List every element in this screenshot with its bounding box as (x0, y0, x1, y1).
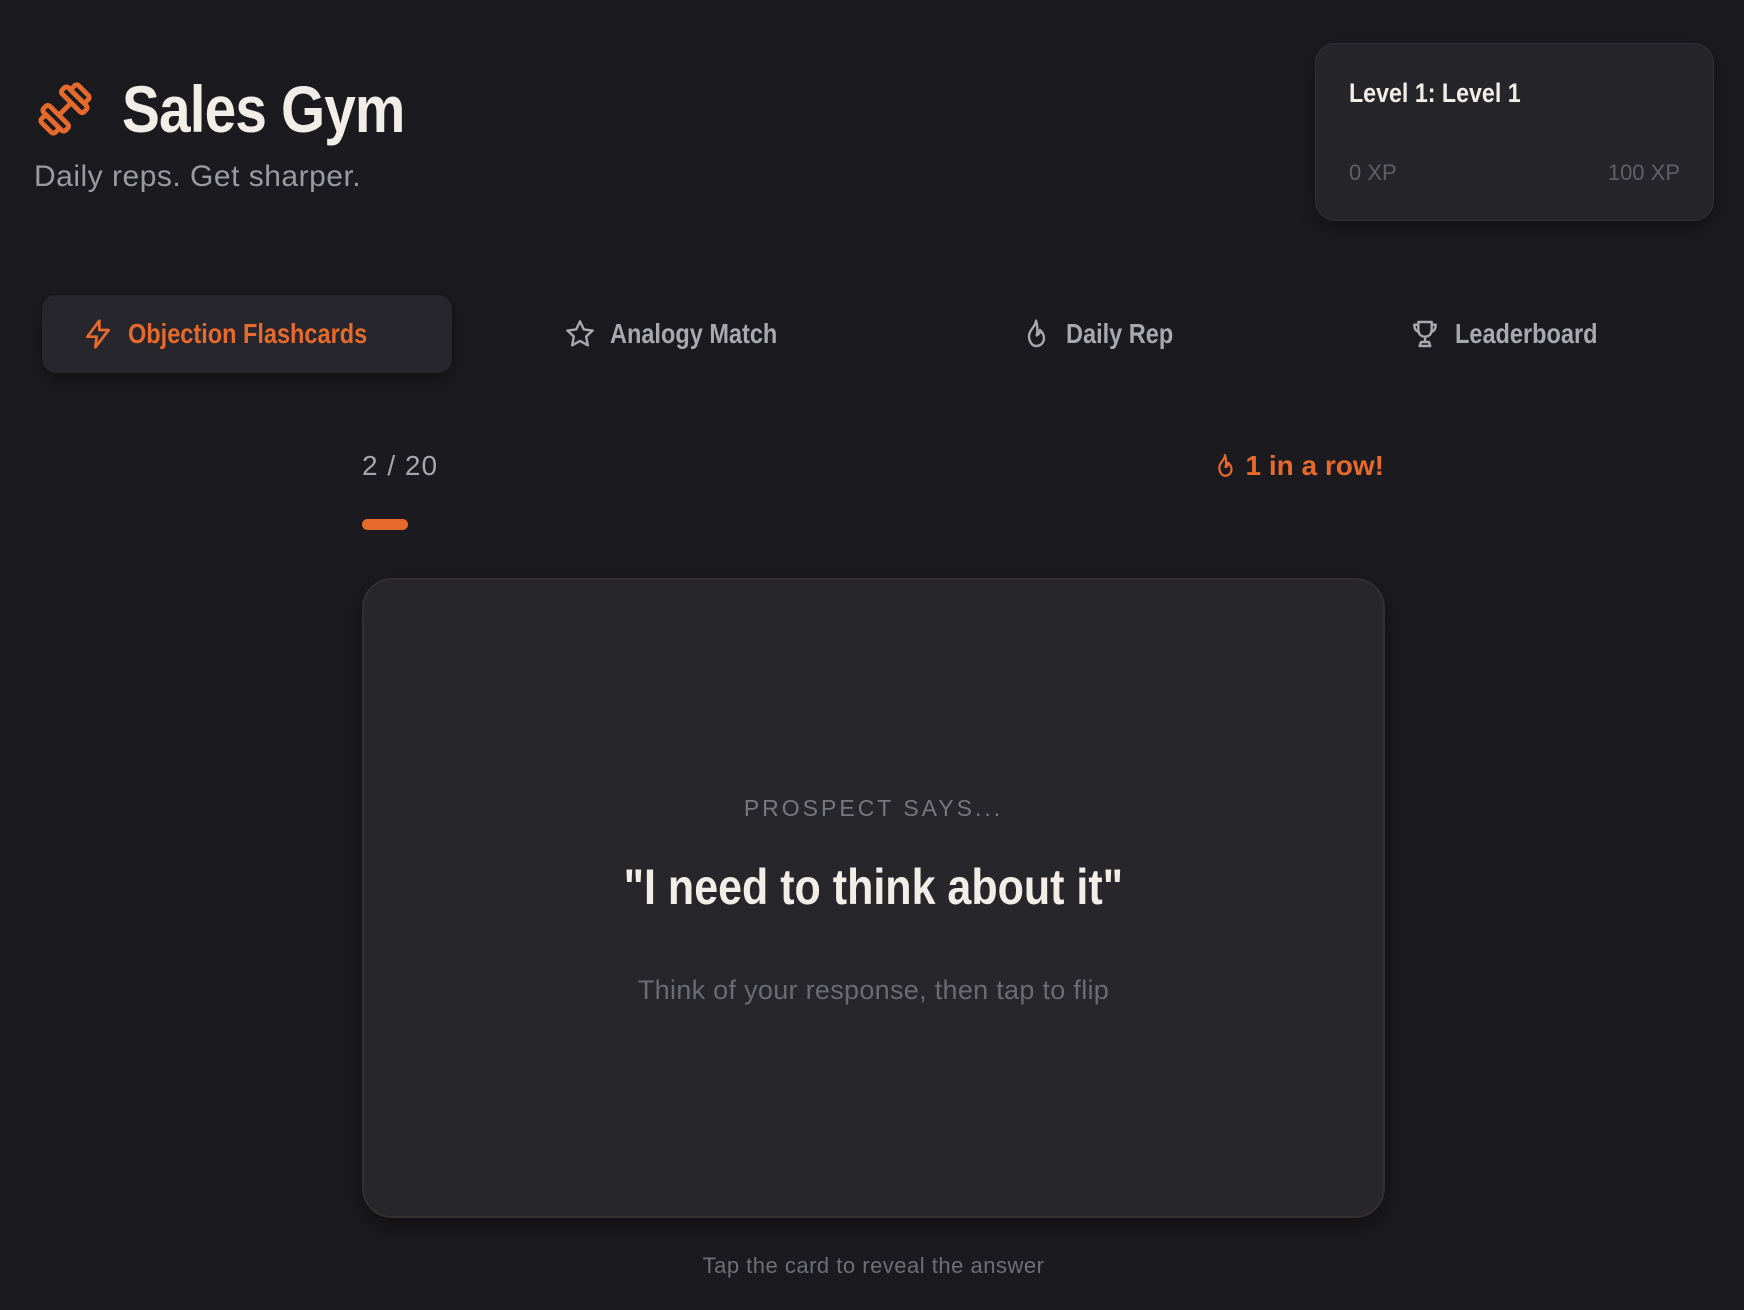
tab-label: Objection Flashcards (127, 318, 367, 349)
dumbbell-icon (34, 78, 96, 140)
card-counter: 2 / 20 (362, 450, 439, 481)
progress-fill (362, 519, 408, 530)
flashcard[interactable]: PROSPECT SAYS... "I need to think about … (362, 578, 1385, 1218)
level-title: Level 1: Level 1 (1349, 78, 1521, 108)
level-title-wrap: Level 1: Level 1 (1349, 78, 1549, 109)
streak-indicator: 1 in a row! (1212, 450, 1384, 482)
objection-quote: "I need to think about it" (623, 859, 1124, 915)
progress-bar (362, 519, 1384, 530)
app-subtitle: Daily reps. Get sharper. (34, 160, 362, 193)
xp-min: 0 XP (1349, 160, 1397, 185)
level-card: Level 1: Level 1 0 XP 100 XP (1315, 43, 1714, 221)
tab-label: Analogy Match (610, 318, 778, 349)
card-hint: Think of your response, then tap to flip (637, 975, 1110, 1005)
tab-analogy-match[interactable]: Analogy Match (562, 295, 812, 373)
mode-tabs: Objection Flashcards Analogy Match Daily… (42, 295, 1702, 373)
tab-label: Leaderboard (1455, 318, 1598, 349)
tab-daily-rep[interactable]: Daily Rep (1012, 295, 1202, 373)
card-eyebrow: PROSPECT SAYS... (743, 795, 1004, 821)
flame-icon (1217, 454, 1233, 477)
lightning-icon (85, 319, 110, 349)
tab-label: Daily Rep (1066, 318, 1174, 349)
app-page: Sales Gym Daily reps. Get sharper. Level… (0, 0, 1744, 1310)
tab-objection-flashcards[interactable]: Objection Flashcards (42, 295, 452, 373)
tab-leaderboard[interactable]: Leaderboard (1407, 295, 1627, 373)
brand-header: Sales Gym Daily reps. Get sharper. (34, 72, 451, 194)
app-title: Sales Gym (122, 72, 405, 146)
streak-text: 1 in a row! (1245, 450, 1384, 481)
star-icon (566, 320, 595, 347)
flame-icon (1028, 319, 1046, 348)
xp-range: 0 XP 100 XP (1349, 160, 1680, 186)
objection-quote-wrap: "I need to think about it" (364, 858, 1383, 916)
trophy-icon (1413, 320, 1438, 348)
xp-max: 100 XP (1607, 160, 1680, 185)
footer-hint: Tap the card to reveal the answer (702, 1253, 1045, 1278)
